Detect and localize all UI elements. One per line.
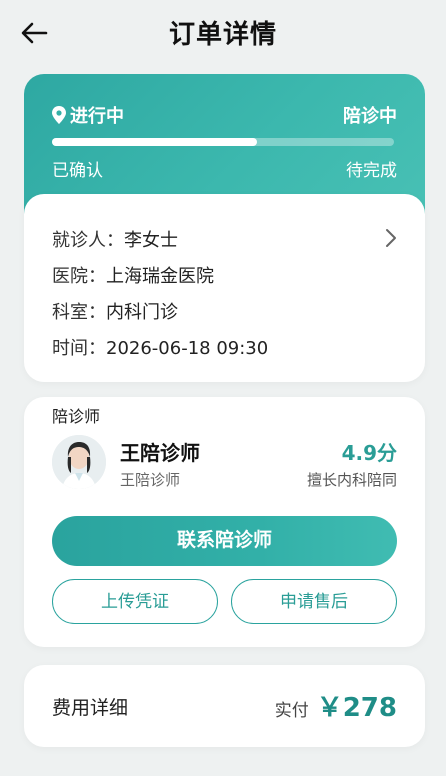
companion-specialty: 擅长内科陪同 bbox=[306, 471, 397, 489]
status-right-label: 陪诊中 bbox=[343, 106, 397, 127]
chevron-right-icon[interactable] bbox=[385, 228, 397, 248]
status-left-label: 进行中 bbox=[70, 106, 124, 127]
department-value: 内科门诊 bbox=[106, 302, 178, 323]
companion-subtitle: 王陪诊师 bbox=[120, 471, 181, 489]
time-key: 时间： bbox=[52, 338, 106, 359]
fee-detail-label: 费用详细 bbox=[52, 697, 129, 719]
fee-detail-card[interactable]: 费用详细 实付 ￥278 bbox=[24, 665, 425, 747]
apply-aftersale-button[interactable]: 申请售后 bbox=[231, 579, 397, 624]
time-value: 2026-06-18 09:30 bbox=[106, 338, 269, 359]
page-title: 订单详情 bbox=[168, 20, 277, 50]
hospital-key: 医院： bbox=[52, 266, 106, 287]
department-key: 科室： bbox=[52, 302, 106, 323]
patient-value: 李女士 bbox=[124, 230, 178, 251]
companion-rating: 4.9分 bbox=[341, 441, 397, 465]
paid-amount: ￥278 bbox=[316, 693, 397, 723]
companion-card: 陪诊师 王陪诊师 王陪诊师 4.9分 擅长内科陪同 联系陪诊师 上传凭证 申请售… bbox=[24, 397, 425, 647]
appointment-info-card[interactable]: 就诊人：李女士 医院：上海瑞金医院 科室：内科门诊 时间：2026-06-18 … bbox=[24, 194, 425, 382]
hospital-row: 医院：上海瑞金医院 bbox=[52, 262, 214, 288]
progress-fill bbox=[52, 138, 258, 146]
time-row: 时间：2026-06-18 09:30 bbox=[52, 334, 268, 360]
patient-key: 就诊人： bbox=[52, 230, 124, 251]
hospital-value: 上海瑞金医院 bbox=[106, 266, 214, 287]
top-bar: 订单详情 bbox=[0, 0, 446, 66]
location-pin-icon bbox=[52, 106, 66, 124]
companion-name: 王陪诊师 bbox=[120, 441, 200, 465]
progress-track bbox=[52, 138, 394, 146]
avatar bbox=[52, 435, 106, 489]
section-label-companion: 陪诊师 bbox=[52, 407, 101, 426]
patient-row: 就诊人：李女士 bbox=[52, 226, 178, 252]
step-confirmed-label: 已确认 bbox=[52, 161, 103, 181]
contact-companion-button[interactable]: 联系陪诊师 bbox=[52, 516, 397, 566]
paid-label: 实付 bbox=[274, 701, 309, 721]
upload-proof-button[interactable]: 上传凭证 bbox=[52, 579, 218, 624]
department-row: 科室：内科门诊 bbox=[52, 298, 178, 324]
step-pending-label: 待完成 bbox=[346, 161, 397, 181]
